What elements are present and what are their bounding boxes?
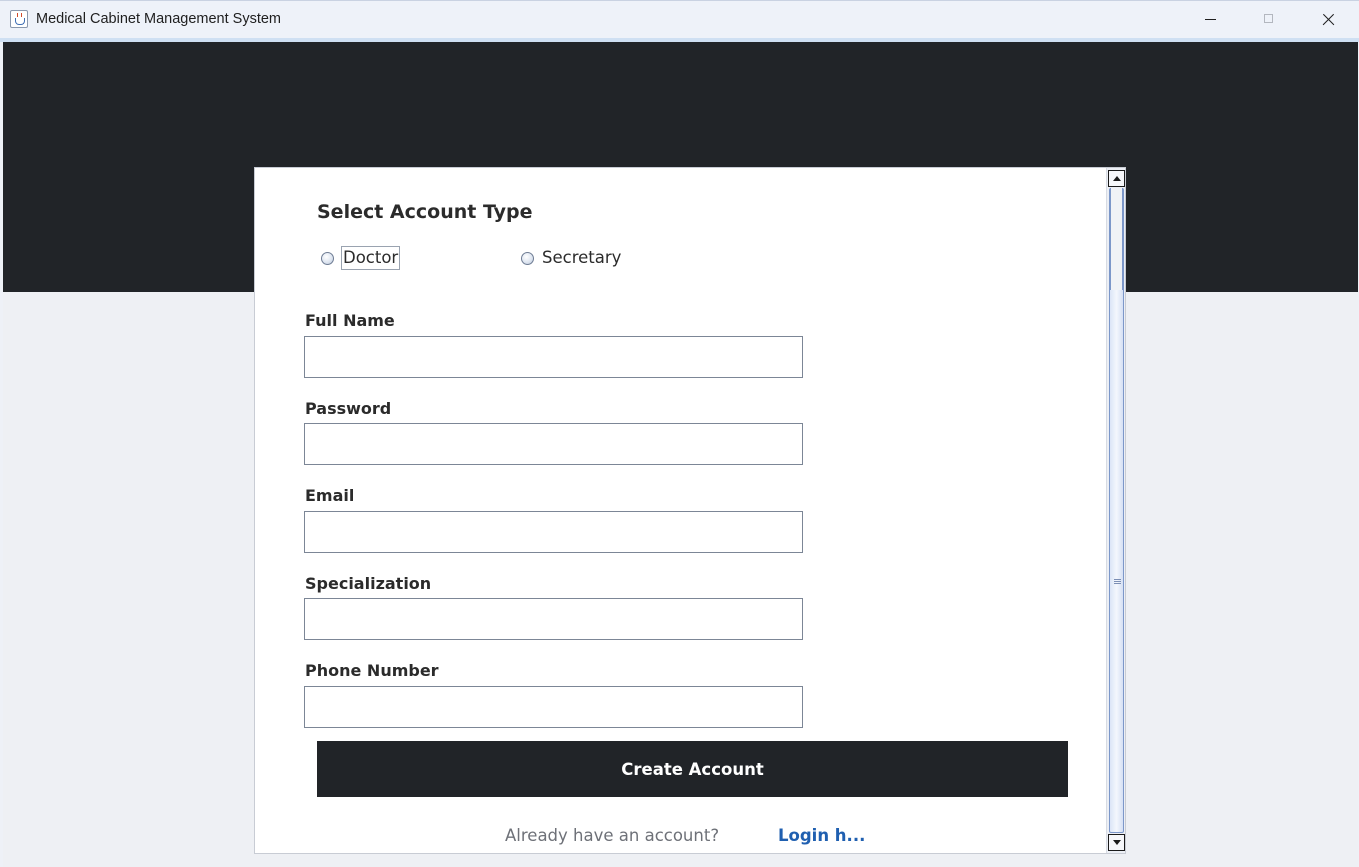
password-label: Password xyxy=(305,399,392,418)
radio-button-icon[interactable] xyxy=(521,251,534,265)
close-button[interactable] xyxy=(1298,1,1356,39)
already-have-account-text: Already have an account? xyxy=(505,826,720,845)
phone-number-input[interactable] xyxy=(304,686,803,728)
full-name-input[interactable] xyxy=(304,336,803,378)
specialization-input[interactable] xyxy=(304,598,803,640)
password-input[interactable] xyxy=(304,423,803,465)
radio-doctor[interactable]: Doctor xyxy=(321,246,401,270)
scroll-down-arrow-icon[interactable] xyxy=(1108,834,1125,851)
window-title: Medical Cabinet Management System xyxy=(36,11,282,27)
create-account-button[interactable]: Create Account xyxy=(317,741,1068,797)
email-input[interactable] xyxy=(304,511,803,553)
login-link[interactable]: Login h... xyxy=(778,826,865,845)
scroll-up-arrow-icon[interactable] xyxy=(1108,170,1125,187)
phone-number-label: Phone Number xyxy=(305,661,439,680)
scrollbar-track[interactable] xyxy=(1110,188,1123,290)
scroll-grip-icon xyxy=(1114,579,1121,584)
radio-secretary[interactable]: Secretary xyxy=(521,246,622,270)
java-app-icon xyxy=(10,10,28,28)
window-title-bar[interactable]: Medical Cabinet Management System xyxy=(0,0,1359,39)
email-label: Email xyxy=(305,486,355,505)
radio-secretary-label[interactable]: Secretary xyxy=(541,246,622,270)
minimize-button[interactable] xyxy=(1182,1,1240,39)
specialization-label: Specialization xyxy=(305,574,432,593)
radio-button-icon[interactable] xyxy=(321,251,334,265)
registration-panel: Select Account Type Doctor Secretary Ful… xyxy=(254,167,1126,854)
maximize-button[interactable] xyxy=(1240,1,1298,39)
vertical-scrollbar[interactable] xyxy=(1106,168,1125,853)
radio-doctor-label[interactable]: Doctor xyxy=(341,246,401,270)
full-name-label: Full Name xyxy=(305,311,395,330)
account-type-heading: Select Account Type xyxy=(317,201,533,223)
